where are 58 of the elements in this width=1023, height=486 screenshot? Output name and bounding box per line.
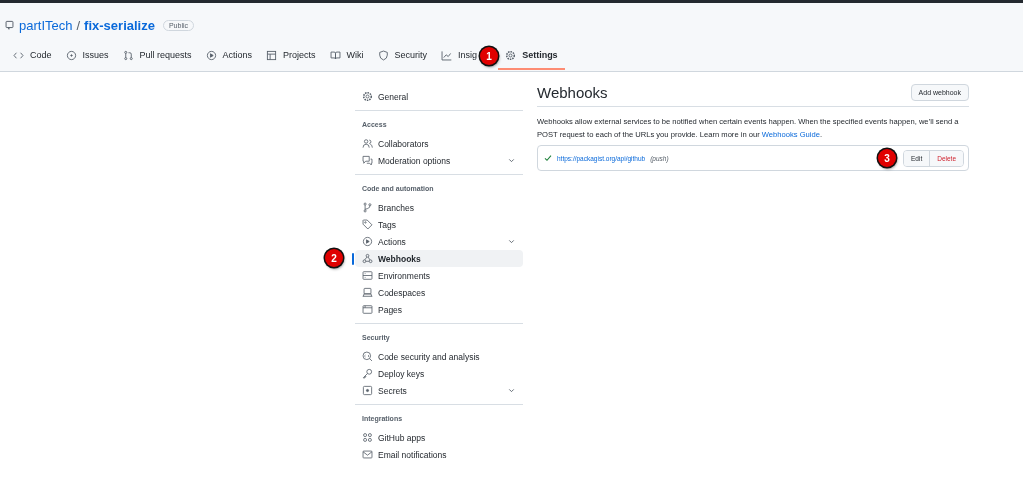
table-icon: [266, 49, 278, 61]
chat-icon: [362, 155, 373, 166]
repo-name-link[interactable]: fix-serialize: [84, 17, 155, 33]
gear-icon: [505, 49, 517, 61]
pull-request-icon: [122, 49, 134, 61]
sidebar-item[interactable]: Environments: [355, 267, 523, 284]
sidebar-item[interactable]: Actions: [355, 233, 523, 250]
repo-tab[interactable]: Wiki: [322, 42, 371, 70]
sidebar-item[interactable]: Pages: [355, 301, 523, 318]
sidebar-item[interactable]: Code security and analysis: [355, 348, 523, 365]
branch-icon: [362, 202, 373, 213]
dot-square-icon: [362, 385, 373, 396]
repo-tab[interactable]: Security: [370, 42, 435, 70]
sidebar-item[interactable]: Codespaces: [355, 284, 523, 301]
path-separator: /: [76, 17, 81, 33]
play-icon: [205, 49, 217, 61]
sidebar-item[interactable]: Collaborators: [355, 135, 523, 152]
sidebar-item[interactable]: Secrets: [355, 382, 523, 399]
step-callout: 3: [878, 149, 896, 167]
sidebar-item[interactable]: General: [355, 88, 523, 105]
server-icon: [362, 270, 373, 281]
step-callout: 2: [325, 249, 343, 267]
chevron-down-icon: [507, 386, 516, 395]
sidebar-item[interactable]: GitHub apps: [355, 429, 523, 446]
play-icon: [362, 236, 373, 247]
sidebar-item[interactable]: Webhooks: [355, 250, 523, 267]
tag-icon: [362, 219, 373, 230]
circle-dot-icon: [65, 49, 77, 61]
scan-icon: [362, 351, 373, 362]
repo-tab[interactable]: Projects: [259, 42, 323, 70]
graph-icon: [441, 49, 453, 61]
sidebar-item[interactable]: Moderation options: [355, 152, 523, 169]
repo-tab[interactable]: Actions: [198, 42, 260, 70]
webhook-icon: [362, 253, 373, 264]
people-icon: [362, 138, 373, 149]
page-title: Webhooks: [537, 84, 608, 101]
chevron-down-icon: [507, 156, 516, 165]
repo-tab[interactable]: Pull requests: [115, 42, 199, 70]
chevron-down-icon: [507, 237, 516, 246]
repo-tab[interactable]: Code: [6, 42, 59, 70]
sidebar-item[interactable]: Tags: [355, 216, 523, 233]
sidebar-item[interactable]: Branches: [355, 199, 523, 216]
laptop-icon: [362, 287, 373, 298]
sidebar-item[interactable]: Email notifications: [355, 446, 523, 463]
window-icon: [362, 304, 373, 315]
apps-icon: [362, 432, 373, 443]
selection-indicator: [352, 253, 354, 265]
repo-icon: [4, 19, 15, 31]
repo-owner-link[interactable]: partITech: [19, 17, 73, 33]
repo-tab[interactable]: Issues: [58, 42, 116, 70]
shield-icon: [377, 49, 389, 61]
sidebar-item[interactable]: Deploy keys: [355, 365, 523, 382]
gear-icon: [362, 91, 373, 102]
repo-tab[interactable]: Settings: [498, 42, 565, 70]
book-icon: [329, 49, 341, 61]
key-icon: [362, 368, 373, 379]
step-callout: 1: [480, 47, 499, 65]
mail-icon: [362, 449, 373, 460]
